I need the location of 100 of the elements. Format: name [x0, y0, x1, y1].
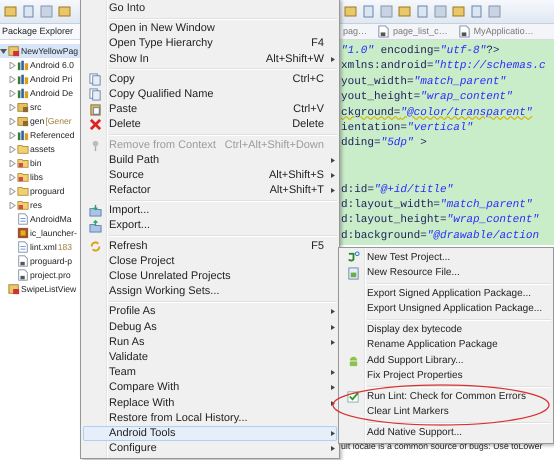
tree-item[interactable]: src — [0, 100, 80, 114]
shortcut-text: Ctrl+Alt+Shift+Down — [224, 138, 325, 152]
tree-item[interactable]: proguard — [0, 184, 80, 198]
tree-item[interactable]: ic_launcher- — [0, 226, 80, 240]
toolbar-icon[interactable] — [58, 5, 71, 18]
menu-item[interactable]: Android Tools — [83, 426, 337, 442]
menu-item[interactable]: Rename Application Package — [341, 338, 551, 353]
menu-item[interactable]: Replace With — [83, 396, 337, 411]
menu-item[interactable]: Build Path — [83, 152, 337, 168]
menu-item[interactable]: Export Unsigned Application Package... — [341, 302, 551, 317]
toolbar-icon[interactable] — [434, 5, 447, 18]
item-label: Referenced — [30, 130, 74, 140]
file-icon — [17, 269, 29, 281]
code-editor[interactable] — [340, 40, 554, 245]
collapsed-arrow-icon[interactable] — [9, 132, 16, 138]
collapsed-arrow-icon[interactable] — [9, 160, 16, 166]
toolbar-icon[interactable] — [380, 5, 393, 18]
code-line: ientation="vertical" — [341, 122, 474, 134]
menu-item[interactable]: Run As — [83, 334, 337, 350]
menu-item[interactable]: Team — [83, 365, 337, 380]
menu-item[interactable]: Close Project — [83, 254, 337, 269]
expanded-arrow-icon[interactable] — [0, 48, 7, 54]
shortcut-text: Alt+Shift+T — [270, 184, 325, 198]
menu-item[interactable]: Open in New Window — [83, 21, 337, 36]
menu-item[interactable]: Show In Alt+Shift+W — [83, 52, 337, 67]
tree-item[interactable]: gen[Gener — [0, 114, 80, 128]
tree-item[interactable]: Android 6.0 — [0, 58, 80, 72]
menu-label: Debug As — [108, 320, 158, 334]
view-tab[interactable]: Package Explorer — [0, 24, 80, 40]
editor-tab[interactable]: page_list_c… — [377, 25, 448, 38]
code-line: dding="5dp" > — [341, 137, 427, 150]
collapsed-arrow-icon[interactable] — [9, 202, 16, 208]
toolbar-icon[interactable] — [398, 5, 411, 18]
tree-item[interactable]: Referenced — [0, 128, 80, 142]
toolbar-icon[interactable] — [362, 5, 375, 18]
menu-item[interactable]: New Resource File... — [341, 266, 551, 281]
menu-item[interactable]: Run Lint: Check for Common Errors — [341, 389, 551, 404]
menu-label: Add Native Support... — [366, 426, 464, 439]
collapsed-arrow-icon[interactable] — [9, 188, 16, 194]
tree-item[interactable]: bin — [0, 156, 80, 170]
collapsed-arrow-icon[interactable] — [9, 146, 16, 152]
menu-item[interactable]: Copy Qualified Name — [83, 86, 337, 102]
toolbar-icon[interactable] — [470, 5, 483, 18]
toolbar-icon[interactable] — [40, 5, 53, 18]
tree-item[interactable]: SwipeListView — [0, 282, 80, 296]
editor-tab[interactable]: pag… — [343, 26, 368, 37]
menu-item[interactable]: Clear Lint Markers — [341, 404, 551, 420]
menu-item[interactable]: Configure — [83, 441, 337, 456]
toolbar-icon[interactable] — [344, 5, 357, 18]
item-label: gen — [30, 116, 44, 126]
toolbar-icon[interactable] — [488, 5, 501, 18]
menu-item[interactable]: Paste Ctrl+V — [83, 102, 337, 118]
collapsed-arrow-icon[interactable] — [9, 174, 16, 180]
tree-item[interactable]: Android Pri — [0, 72, 80, 86]
menu-item[interactable]: Open Type Hierarchy F4 — [83, 36, 337, 52]
toolbar-icon[interactable] — [452, 5, 465, 18]
menu-item[interactable]: Profile As — [83, 304, 337, 320]
tree-item[interactable]: NewYellowPag — [0, 44, 80, 58]
menu-item[interactable]: Copy Ctrl+C — [83, 72, 337, 87]
menu-item[interactable]: Fix Project Properties — [341, 368, 551, 384]
menu-item[interactable]: Validate — [83, 350, 337, 366]
menu-label: Refresh — [108, 240, 149, 253]
editor-tab[interactable]: MyApplicatio… — [458, 25, 534, 38]
menu-item[interactable]: Refresh F5 — [83, 238, 337, 254]
menu-item[interactable]: Compare With — [83, 380, 337, 396]
menu-item[interactable]: Delete Delete — [83, 117, 337, 132]
collapsed-arrow-icon[interactable] — [9, 104, 16, 110]
tree-item[interactable]: project.pro — [0, 268, 80, 282]
menu-item[interactable]: Restore from Local History... — [83, 410, 337, 426]
tree-item[interactable]: Android De — [0, 86, 80, 100]
menu-item[interactable]: Export Signed Application Package... — [341, 286, 551, 302]
menu-item[interactable]: Source Alt+Shift+S — [83, 168, 337, 184]
menu-item[interactable]: Debug As — [83, 320, 337, 335]
item-label: Android Pri — [30, 74, 73, 84]
menu-item[interactable]: Add Native Support... — [341, 425, 551, 440]
collapsed-arrow-icon[interactable] — [9, 76, 16, 82]
collapsed-arrow-icon[interactable] — [9, 62, 16, 68]
menu-label: Source — [108, 168, 145, 182]
toolbar-icon[interactable] — [4, 5, 17, 18]
collapsed-arrow-icon[interactable] — [9, 118, 16, 124]
menu-item[interactable]: Import... — [83, 203, 337, 218]
menu-item[interactable]: Add Support Library... — [341, 353, 551, 368]
menu-item[interactable]: New Test Project... — [341, 250, 551, 266]
menu-item[interactable]: Close Unrelated Projects — [83, 269, 337, 284]
tree-item[interactable]: AndroidMa — [0, 212, 80, 226]
code-line: ckground="@color/transparent" — [341, 106, 532, 119]
tree-item[interactable]: proguard-p — [0, 254, 80, 268]
menu-item[interactable]: Display dex bytecode — [341, 322, 551, 338]
tree-item[interactable]: libs — [0, 170, 80, 184]
tree-item[interactable]: res — [0, 198, 80, 212]
menu-item[interactable]: Export... — [83, 218, 337, 234]
tree-item[interactable]: lint.xml183 — [0, 240, 80, 254]
menu-item[interactable]: Refactor Alt+Shift+T — [83, 183, 337, 198]
toolbar-icon[interactable] — [416, 5, 429, 18]
menu-label: Compare With — [108, 381, 180, 394]
toolbar-icon[interactable] — [22, 5, 35, 18]
tree-item[interactable]: assets — [0, 142, 80, 156]
menu-item[interactable]: Go Into — [83, 1, 337, 16]
collapsed-arrow-icon[interactable] — [9, 90, 16, 96]
menu-item[interactable]: Assign Working Sets... — [83, 284, 337, 300]
